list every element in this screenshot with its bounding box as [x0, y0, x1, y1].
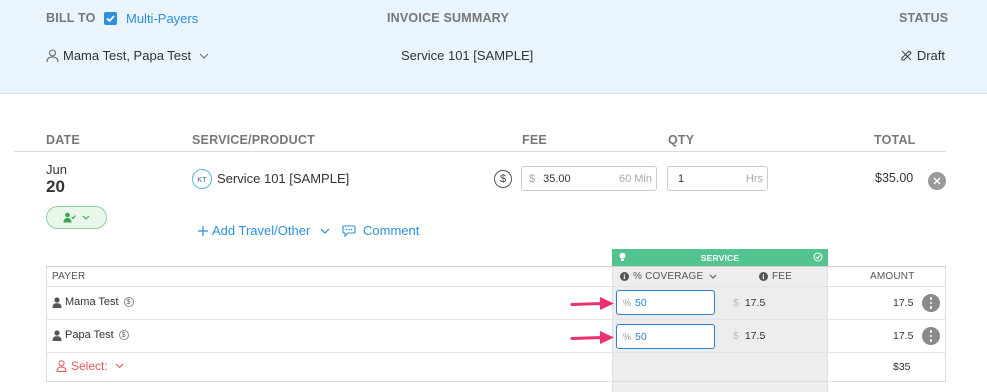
payer-dollar-icon[interactable]: $ [118, 330, 129, 340]
provider-avatar: KT [192, 169, 212, 189]
chevron-down-icon [710, 274, 717, 279]
payer-fee: $ 17.5 [733, 330, 765, 342]
fee-input[interactable]: $ 35.00 60 Min [521, 166, 657, 191]
column-qty: QTY [668, 133, 695, 147]
amount-column-header: AMOUNT [870, 271, 915, 282]
close-icon [933, 177, 941, 185]
row-divider [46, 286, 946, 287]
column-total: TOTAL [874, 133, 916, 147]
dollar-icon: $ [733, 330, 739, 342]
dollar-icon: $ [733, 297, 739, 309]
row-menu-button[interactable] [922, 294, 940, 312]
payers-names: Mama Test, Papa Test [63, 48, 192, 63]
payer-fee-value: 17.5 [744, 297, 766, 309]
comment-icon [342, 224, 356, 237]
chevron-down-icon [199, 53, 209, 59]
info-icon: i [759, 272, 768, 281]
status-badge: Draft [900, 48, 945, 63]
coverage-input[interactable]: % 50 [616, 324, 715, 349]
payer-name: Papa Test [65, 329, 114, 341]
bill-to-heading: BILL TO [46, 11, 96, 25]
lightbulb-icon [619, 252, 626, 261]
add-travel-label: Add Travel/Other [212, 223, 311, 238]
payer-row-name: Mama Test $ [52, 296, 134, 308]
fee-currency: $ [529, 172, 536, 185]
payer-fee: $ 17.5 [733, 297, 765, 309]
multi-payers-label[interactable]: Multi-Payers [126, 11, 198, 26]
row-menu-button[interactable] [922, 327, 940, 345]
divider [14, 151, 946, 152]
annotation-arrow-icon [570, 331, 614, 344]
qty-input[interactable]: 1 Hrs [667, 166, 768, 191]
column-service: SERVICE/PRODUCT [192, 133, 315, 147]
row-divider [46, 352, 946, 353]
payer-row-name: Papa Test $ [52, 329, 129, 341]
payers-dropdown[interactable]: Mama Test, Papa Test [46, 48, 209, 63]
payer-amount: 17.5 [893, 297, 914, 309]
fee-duration: 60 Min [618, 172, 652, 185]
coverage-input[interactable]: % 50 [616, 290, 715, 315]
person-icon [56, 360, 67, 372]
coverage-header-label: % COVERAGE [633, 271, 704, 282]
person-icon [52, 329, 62, 341]
invoice-summary-value: Service 101 [SAMPLE] [401, 48, 534, 63]
add-travel-button[interactable]: Add Travel/Other [198, 223, 330, 238]
info-icon: i [620, 272, 629, 281]
comment-label: Comment [363, 223, 420, 238]
date-month: Jun [46, 162, 67, 177]
person-icon [52, 296, 62, 308]
payer-amount: 17.5 [893, 330, 914, 342]
service-header: SERVICE [612, 249, 828, 266]
dollar-icon[interactable]: $ [494, 170, 512, 188]
checkmark-icon [106, 15, 115, 23]
coverage-value: 50 [635, 296, 647, 309]
status-heading: STATUS [899, 11, 949, 25]
percent-icon: % [623, 297, 632, 308]
qty-unit: Hrs [745, 172, 763, 185]
line-total: $35.00 [875, 171, 914, 185]
chevron-down-icon [115, 363, 124, 369]
user-check-icon [63, 212, 76, 223]
payer-dollar-icon[interactable]: $ [123, 297, 134, 307]
select-label: Select: [71, 359, 108, 373]
row-divider [46, 319, 946, 320]
check-circle-icon [813, 252, 823, 262]
percent-icon: % [623, 331, 632, 342]
service-header-label: SERVICE [700, 252, 740, 263]
draft-pencil-icon [901, 50, 912, 61]
coverage-column-header[interactable]: i % COVERAGE [620, 271, 717, 282]
payer-name: Mama Test [65, 296, 119, 308]
chevron-down-icon [82, 215, 90, 220]
status-value: Draft [916, 48, 945, 63]
coverage-value: 50 [635, 330, 647, 343]
multi-payers-checkbox[interactable] [104, 12, 117, 25]
remove-line-button[interactable] [928, 172, 946, 190]
split-total: $35 [893, 361, 911, 373]
select-payer-dropdown[interactable]: Select: [56, 359, 124, 373]
payer-fee-value: 17.5 [744, 330, 766, 342]
person-icon [46, 48, 59, 62]
column-fee: FEE [522, 133, 547, 147]
chevron-down-icon [320, 228, 330, 234]
column-date: DATE [46, 133, 80, 147]
fee-header-label: FEE [772, 271, 793, 282]
comment-button[interactable]: Comment [342, 223, 419, 238]
plus-icon [198, 225, 208, 236]
service-name[interactable]: Service 101 [SAMPLE] [217, 171, 349, 186]
assign-provider-button[interactable] [46, 206, 107, 229]
qty-value: 1 [678, 172, 685, 185]
date-day: 20 [46, 177, 65, 196]
payer-column-header: PAYER [52, 271, 86, 282]
invoice-summary-heading: INVOICE SUMMARY [387, 11, 509, 25]
fee-column-header: i FEE [759, 271, 792, 282]
fee-value: 35.00 [543, 172, 571, 185]
annotation-arrow-icon [570, 297, 614, 310]
